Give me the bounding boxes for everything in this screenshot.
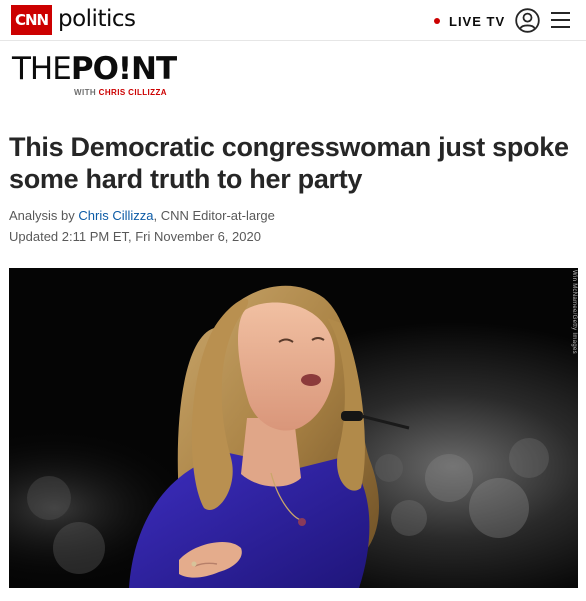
live-indicator-icon [434, 18, 440, 24]
live-tv-link[interactable]: LIVE TV [434, 12, 505, 30]
article-headline: This Democratic congresswoman just spoke… [9, 132, 569, 194]
article-timestamp: Updated 2:11 PM ET, Fri November 6, 2020 [9, 229, 261, 244]
hero-image[interactable]: Win McNamee/Getty Images [9, 268, 578, 588]
top-nav: CNN politics LIVE TV [0, 0, 586, 41]
the-point-wordmark: THEPO!NT [12, 51, 177, 87]
user-account-icon[interactable] [515, 8, 540, 33]
author-link[interactable]: Chris Cillizza [78, 208, 153, 223]
hamburger-menu-icon[interactable] [551, 11, 570, 29]
hero-photo [9, 268, 578, 588]
the-point-byline: WITH CHRIS CILLIZZA [74, 88, 167, 97]
live-tv-label: LIVE TV [449, 13, 506, 29]
cnn-logo[interactable]: CNN [11, 5, 52, 35]
the-point-logo[interactable]: THEPO!NT WITH CHRIS CILLIZZA [12, 52, 187, 100]
article-byline: Analysis by Chris Cillizza, CNN Editor-a… [9, 208, 275, 223]
photo-credit: Win McNamee/Getty Images [571, 270, 577, 354]
section-title-politics[interactable]: politics [58, 5, 136, 33]
